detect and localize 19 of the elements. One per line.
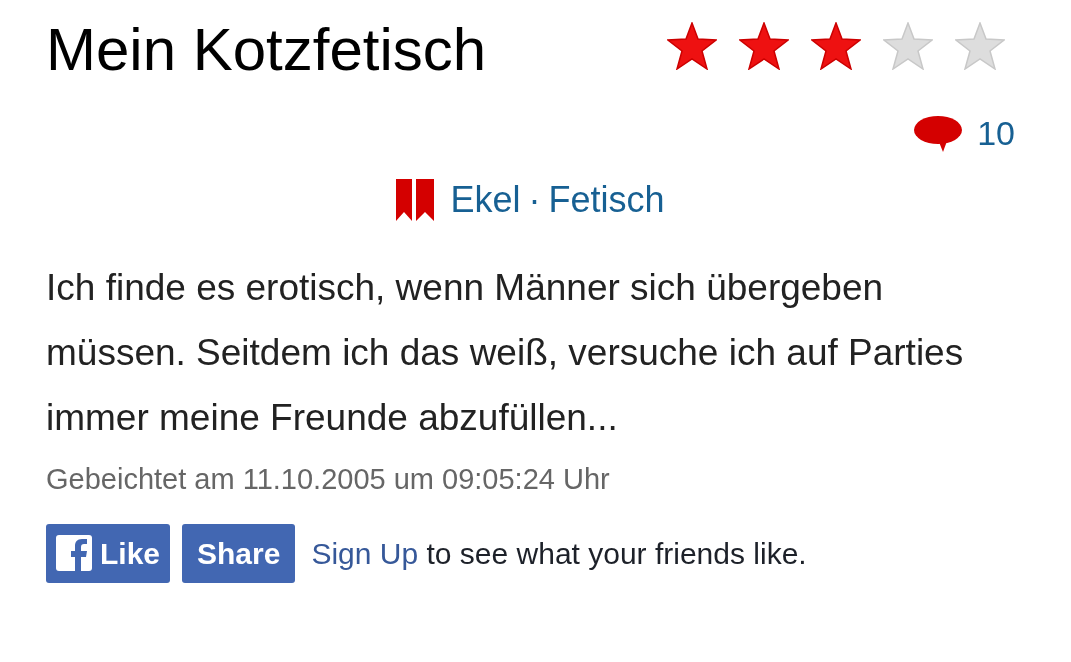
post-date: Gebeichtet am 11.10.2005 um 09:05:24 Uhr (46, 462, 611, 497)
share-button[interactable]: Share (182, 523, 296, 583)
tag-link[interactable]: Ekel (450, 173, 521, 227)
facebook-logo-icon (56, 535, 92, 571)
signup-link[interactable]: Sign Up (311, 536, 419, 570)
signup-sentence: Sign Up to see what your friends like. (311, 535, 807, 572)
comment-count-link[interactable]: 10 (913, 108, 1015, 159)
empty-star-icon[interactable] (883, 22, 933, 70)
speech-bubble-icon (913, 114, 964, 153)
tag-separator: · (528, 178, 541, 222)
empty-star-icon[interactable] (955, 22, 1005, 70)
post-text: Ich finde es erotisch, wenn Männer sich übergeben müssen. Seitdem ich das weiß, versuche ich auf Parties immer meine Freunde abzufüllen... (46, 266, 965, 440)
filled-star-icon[interactable] (667, 22, 717, 70)
filled-star-icon[interactable] (811, 22, 861, 70)
like-button[interactable]: Like (46, 523, 171, 583)
post-title: Mein Kotzfetisch (46, 15, 487, 85)
bookmark-icon (396, 179, 435, 221)
tag-link[interactable]: Fetisch (548, 173, 665, 227)
filled-star-icon[interactable] (739, 22, 789, 70)
